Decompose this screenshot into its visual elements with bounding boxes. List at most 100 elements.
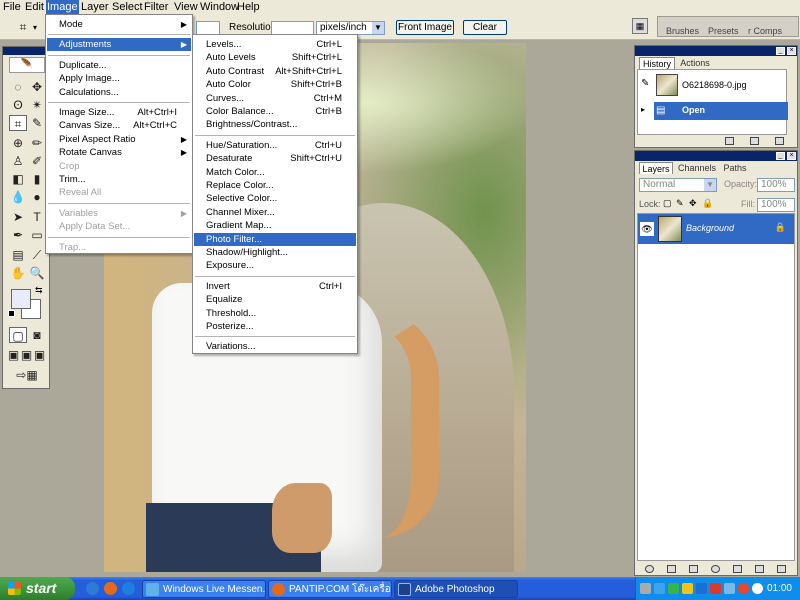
menu-item-gradient-map[interactable]: Gradient Map... bbox=[194, 219, 356, 232]
adjustment-layer-icon[interactable] bbox=[711, 565, 720, 573]
layer-thumbnail[interactable] bbox=[658, 216, 682, 242]
task-pantip[interactable]: PANTIP.COM โต๊ะเครื่อ... bbox=[268, 580, 392, 598]
menu-item-auto-levels[interactable]: Auto Levels Shift+Ctrl+L bbox=[194, 51, 356, 64]
menu-item-brightness-contrast[interactable]: Brightness/Contrast... bbox=[194, 118, 356, 131]
tray-icon[interactable] bbox=[682, 583, 693, 594]
tray-icon[interactable] bbox=[654, 583, 665, 594]
menu-item-levels[interactable]: Levels... Ctrl+L bbox=[194, 38, 356, 51]
screen-mode-standard-icon[interactable]: ▣ bbox=[7, 347, 20, 363]
menu-item-exposure[interactable]: Exposure... bbox=[194, 259, 356, 272]
menu-filter[interactable]: Filter bbox=[143, 0, 169, 14]
opacity-field[interactable]: 100% bbox=[757, 178, 795, 192]
crop-tool-icon[interactable]: ⌗ bbox=[9, 115, 27, 131]
new-layer-icon[interactable] bbox=[755, 565, 764, 573]
tray-icon[interactable] bbox=[668, 583, 679, 594]
height-field[interactable] bbox=[196, 21, 220, 35]
menu-item-posterize[interactable]: Posterize... bbox=[194, 320, 356, 333]
menu-edit[interactable]: Edit bbox=[24, 0, 45, 14]
antivirus-icon[interactable] bbox=[710, 583, 721, 594]
network-icon[interactable] bbox=[640, 583, 651, 594]
menu-item-canvas-size[interactable]: Canvas Size... Alt+Ctrl+C bbox=[47, 119, 191, 132]
menu-item-curves[interactable]: Curves... Ctrl+M bbox=[194, 92, 356, 105]
show-desktop-icon[interactable] bbox=[86, 582, 99, 595]
screen-mode-full-icon[interactable]: ▣ bbox=[33, 347, 46, 363]
trash-icon[interactable] bbox=[777, 565, 786, 573]
history-brush-source-icon[interactable]: ✎ bbox=[641, 78, 649, 89]
menu-item-pixel-aspect-ratio[interactable]: Pixel Aspect Ratio ▶ bbox=[47, 133, 191, 146]
tray-icon[interactable] bbox=[738, 583, 749, 594]
blend-mode-select[interactable]: Normal ▼ bbox=[639, 178, 717, 192]
tab-history[interactable]: History bbox=[639, 57, 675, 69]
front-image-button[interactable]: Front Image bbox=[396, 20, 454, 35]
magic-wand-icon[interactable]: ✴ bbox=[28, 97, 46, 113]
menu-item-variations[interactable]: Variations... bbox=[194, 340, 356, 353]
lock-image-icon[interactable]: ✎ bbox=[676, 198, 684, 209]
standard-mode-icon[interactable]: ▢ bbox=[9, 327, 27, 343]
visibility-eye-icon[interactable]: 👁 bbox=[640, 222, 654, 236]
history-palette-title[interactable]: _ × bbox=[635, 46, 797, 56]
snapshot-label[interactable]: O6218698-0.jpg bbox=[682, 80, 747, 90]
type-tool-icon[interactable]: T bbox=[28, 209, 46, 225]
well-tab-brushes[interactable]: Brushes bbox=[666, 25, 699, 37]
menu-item-hue-saturation[interactable]: Hue/Saturation... Ctrl+U bbox=[194, 139, 356, 152]
shape-tool-icon[interactable]: ▭ bbox=[28, 227, 46, 243]
tab-channels[interactable]: Channels bbox=[677, 162, 717, 174]
menu-item-equalize[interactable]: Equalize bbox=[194, 293, 356, 306]
menu-view[interactable]: View bbox=[173, 0, 199, 14]
internet-explorer-icon[interactable] bbox=[122, 582, 135, 595]
feather-icon[interactable]: 🪶 bbox=[9, 57, 45, 73]
units-select[interactable]: pixels/inch ▼ bbox=[316, 21, 385, 35]
pen-tool-icon[interactable]: ✒ bbox=[9, 227, 27, 243]
lock-all-icon[interactable]: 🔒 bbox=[702, 198, 713, 209]
menu-item-reveal-all[interactable]: Reveal All bbox=[47, 186, 191, 199]
close-icon[interactable]: × bbox=[787, 152, 796, 160]
firefox-icon[interactable] bbox=[104, 582, 117, 595]
menu-item-invert[interactable]: Invert Ctrl+I bbox=[194, 280, 356, 293]
menu-item-auto-color[interactable]: Auto Color Shift+Ctrl+B bbox=[194, 78, 356, 91]
menu-item-adjustments[interactable]: Adjustments ▶ bbox=[47, 38, 191, 52]
menu-item-crop[interactable]: Crop bbox=[47, 160, 191, 173]
tray-icon[interactable] bbox=[724, 583, 735, 594]
task-adobe-photoshop[interactable]: Adobe Photoshop bbox=[394, 580, 518, 598]
hand-tool-icon[interactable]: ✋ bbox=[9, 265, 27, 281]
layers-palette-title[interactable]: _ × bbox=[635, 151, 797, 161]
lock-transparency-icon[interactable]: ▢ bbox=[663, 198, 672, 209]
trash-icon[interactable] bbox=[775, 137, 784, 145]
dodge-tool-icon[interactable]: ● bbox=[28, 189, 46, 205]
blur-tool-icon[interactable]: 💧 bbox=[9, 189, 27, 205]
zoom-tool-icon[interactable]: 🔍 bbox=[28, 265, 46, 281]
eyedropper-icon[interactable]: ⟋ bbox=[28, 247, 46, 263]
new-snapshot-icon[interactable] bbox=[750, 137, 759, 145]
menu-item-photo-filter[interactable]: Photo Filter... bbox=[194, 232, 356, 246]
menu-item-threshold[interactable]: Threshold... bbox=[194, 307, 356, 320]
slice-tool-icon[interactable]: ✎ bbox=[28, 115, 46, 131]
eraser-icon[interactable]: ◧ bbox=[9, 171, 27, 187]
layer-row-background[interactable]: 👁 Background 🔒 bbox=[638, 214, 794, 244]
swap-colors-icon[interactable]: ⇆ bbox=[35, 285, 43, 296]
minimize-icon[interactable]: _ bbox=[776, 47, 785, 55]
quick-mask-icon[interactable]: ◙ bbox=[28, 327, 46, 343]
menu-item-apply-image[interactable]: Apply Image... bbox=[47, 72, 191, 85]
foreground-color-swatch-front[interactable] bbox=[11, 289, 31, 309]
menu-window[interactable]: Window bbox=[199, 0, 240, 14]
menu-item-replace-color[interactable]: Replace Color... bbox=[194, 179, 356, 192]
clock[interactable]: 01:00 bbox=[767, 577, 792, 600]
menu-file[interactable]: File bbox=[2, 0, 22, 14]
menu-item-auto-contrast[interactable]: Auto Contrast Alt+Shift+Ctrl+L bbox=[194, 65, 356, 78]
layer-style-icon[interactable] bbox=[667, 565, 676, 573]
menu-item-channel-mixer[interactable]: Channel Mixer... bbox=[194, 206, 356, 219]
new-document-from-state-icon[interactable] bbox=[725, 137, 734, 145]
menu-item-desaturate[interactable]: Desaturate Shift+Ctrl+U bbox=[194, 152, 356, 165]
well-tab-presets[interactable]: Presets bbox=[708, 25, 739, 37]
menu-item-trim[interactable]: Trim... bbox=[47, 173, 191, 186]
menu-item-duplicate[interactable]: Duplicate... bbox=[47, 59, 191, 72]
task-windows-live-messenger[interactable]: Windows Live Messen... bbox=[142, 580, 266, 598]
gradient-tool-icon[interactable]: ▮ bbox=[28, 171, 46, 187]
jump-to-imageready-icon[interactable]: ⇨▦ bbox=[9, 367, 45, 383]
chevron-down-icon[interactable]: ▾ bbox=[33, 23, 37, 32]
toolbox-title-bar[interactable] bbox=[3, 47, 49, 55]
lasso-tool-icon[interactable]: ʘ bbox=[9, 97, 27, 113]
menu-item-mode[interactable]: Mode ▶ bbox=[47, 18, 191, 31]
crop-tool-preset-icon[interactable]: ⌗ bbox=[14, 19, 32, 35]
tab-actions[interactable]: Actions bbox=[677, 57, 713, 69]
